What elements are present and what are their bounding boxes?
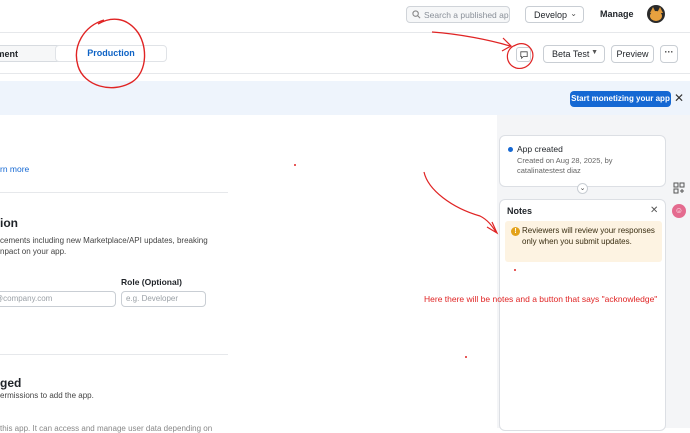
role-placeholder: e.g. Developer bbox=[126, 294, 179, 303]
chat-icon bbox=[520, 51, 528, 59]
develop-label: Develop bbox=[534, 9, 568, 20]
start-monetizing-button[interactable]: Start monetizing your app bbox=[570, 91, 671, 107]
feedback-button[interactable] bbox=[516, 47, 531, 62]
activity-card: App created Created on Aug 28, 2025, by … bbox=[499, 135, 666, 187]
email-field[interactable]: @company.com bbox=[0, 291, 116, 307]
beta-test-dropdown[interactable]: Beta Test ▼ bbox=[543, 45, 605, 63]
beta-test-label: Beta Test bbox=[552, 49, 590, 59]
warning-text: Reviewers will review your responses onl… bbox=[522, 226, 655, 246]
develop-dropdown[interactable]: Develop ⌄ bbox=[525, 6, 584, 23]
section-divider bbox=[0, 354, 228, 355]
warning-message: ! Reviewers will review your responses o… bbox=[505, 221, 662, 262]
expand-chevron-icon[interactable]: ⌄ bbox=[577, 183, 588, 194]
annotation-dot bbox=[294, 164, 296, 166]
search-placeholder: Search a published app bbox=[424, 9, 510, 20]
role-label: Role (Optional) bbox=[121, 277, 182, 287]
more-options-button[interactable]: ··· bbox=[660, 45, 678, 63]
annotation-dot bbox=[465, 356, 467, 358]
preview-button[interactable]: Preview bbox=[611, 45, 654, 63]
assistant-icon[interactable]: ☺ bbox=[672, 204, 686, 218]
cat-face bbox=[650, 11, 662, 21]
close-icon[interactable]: ✕ bbox=[674, 91, 684, 105]
role-field[interactable]: e.g. Developer bbox=[121, 291, 206, 307]
activity-title: App created bbox=[517, 144, 563, 154]
activity-meta: Created on Aug 28, 2025, by catalinatest… bbox=[517, 156, 613, 175]
main-content: rn more ion cements including new Market… bbox=[0, 115, 497, 433]
notifications-desc-line1: cements including new Marketplace/API up… bbox=[0, 236, 208, 245]
environment-bar: oment Production Beta Test ▼ Preview ··· bbox=[0, 33, 690, 74]
managed-desc: ermissions to add the app. bbox=[0, 391, 94, 400]
email-placeholder: @company.com bbox=[0, 294, 53, 303]
right-panel: App created Created on Aug 28, 2025, by … bbox=[497, 115, 690, 431]
notifications-title: ion bbox=[0, 216, 18, 230]
cut-off-text: this app. It can access and manage user … bbox=[0, 424, 213, 433]
annotation-note: Here there will be notes and a button th… bbox=[424, 294, 658, 304]
warning-icon: ! bbox=[511, 227, 520, 236]
status-dot bbox=[508, 147, 513, 152]
chevron-down-icon: ▼ bbox=[591, 49, 598, 56]
managed-title: ged bbox=[0, 376, 22, 390]
apps-icon[interactable] bbox=[673, 182, 685, 194]
top-bar: Search a published app Develop ⌄ Manage bbox=[0, 0, 690, 33]
chevron-down-icon: ⌄ bbox=[570, 9, 577, 18]
search-input[interactable]: Search a published app bbox=[406, 6, 510, 23]
learn-more-link[interactable]: rn more bbox=[0, 164, 29, 174]
notes-card: Notes ✕ ! Reviewers will review your res… bbox=[499, 199, 666, 431]
tab-development[interactable]: oment bbox=[0, 49, 18, 59]
search-icon bbox=[412, 10, 421, 19]
notifications-desc-line2: npact on your app. bbox=[0, 247, 67, 256]
environment-tabs: oment Production bbox=[0, 45, 167, 62]
section-divider bbox=[0, 192, 228, 193]
tab-production[interactable]: Production bbox=[55, 45, 167, 62]
monetize-banner: Start monetizing your app ✕ bbox=[0, 81, 690, 115]
notes-title: Notes bbox=[507, 206, 533, 216]
annotation-dot bbox=[514, 269, 516, 271]
avatar[interactable] bbox=[647, 5, 665, 23]
manage-link[interactable]: Manage bbox=[600, 9, 634, 19]
close-icon[interactable]: ✕ bbox=[650, 205, 658, 216]
